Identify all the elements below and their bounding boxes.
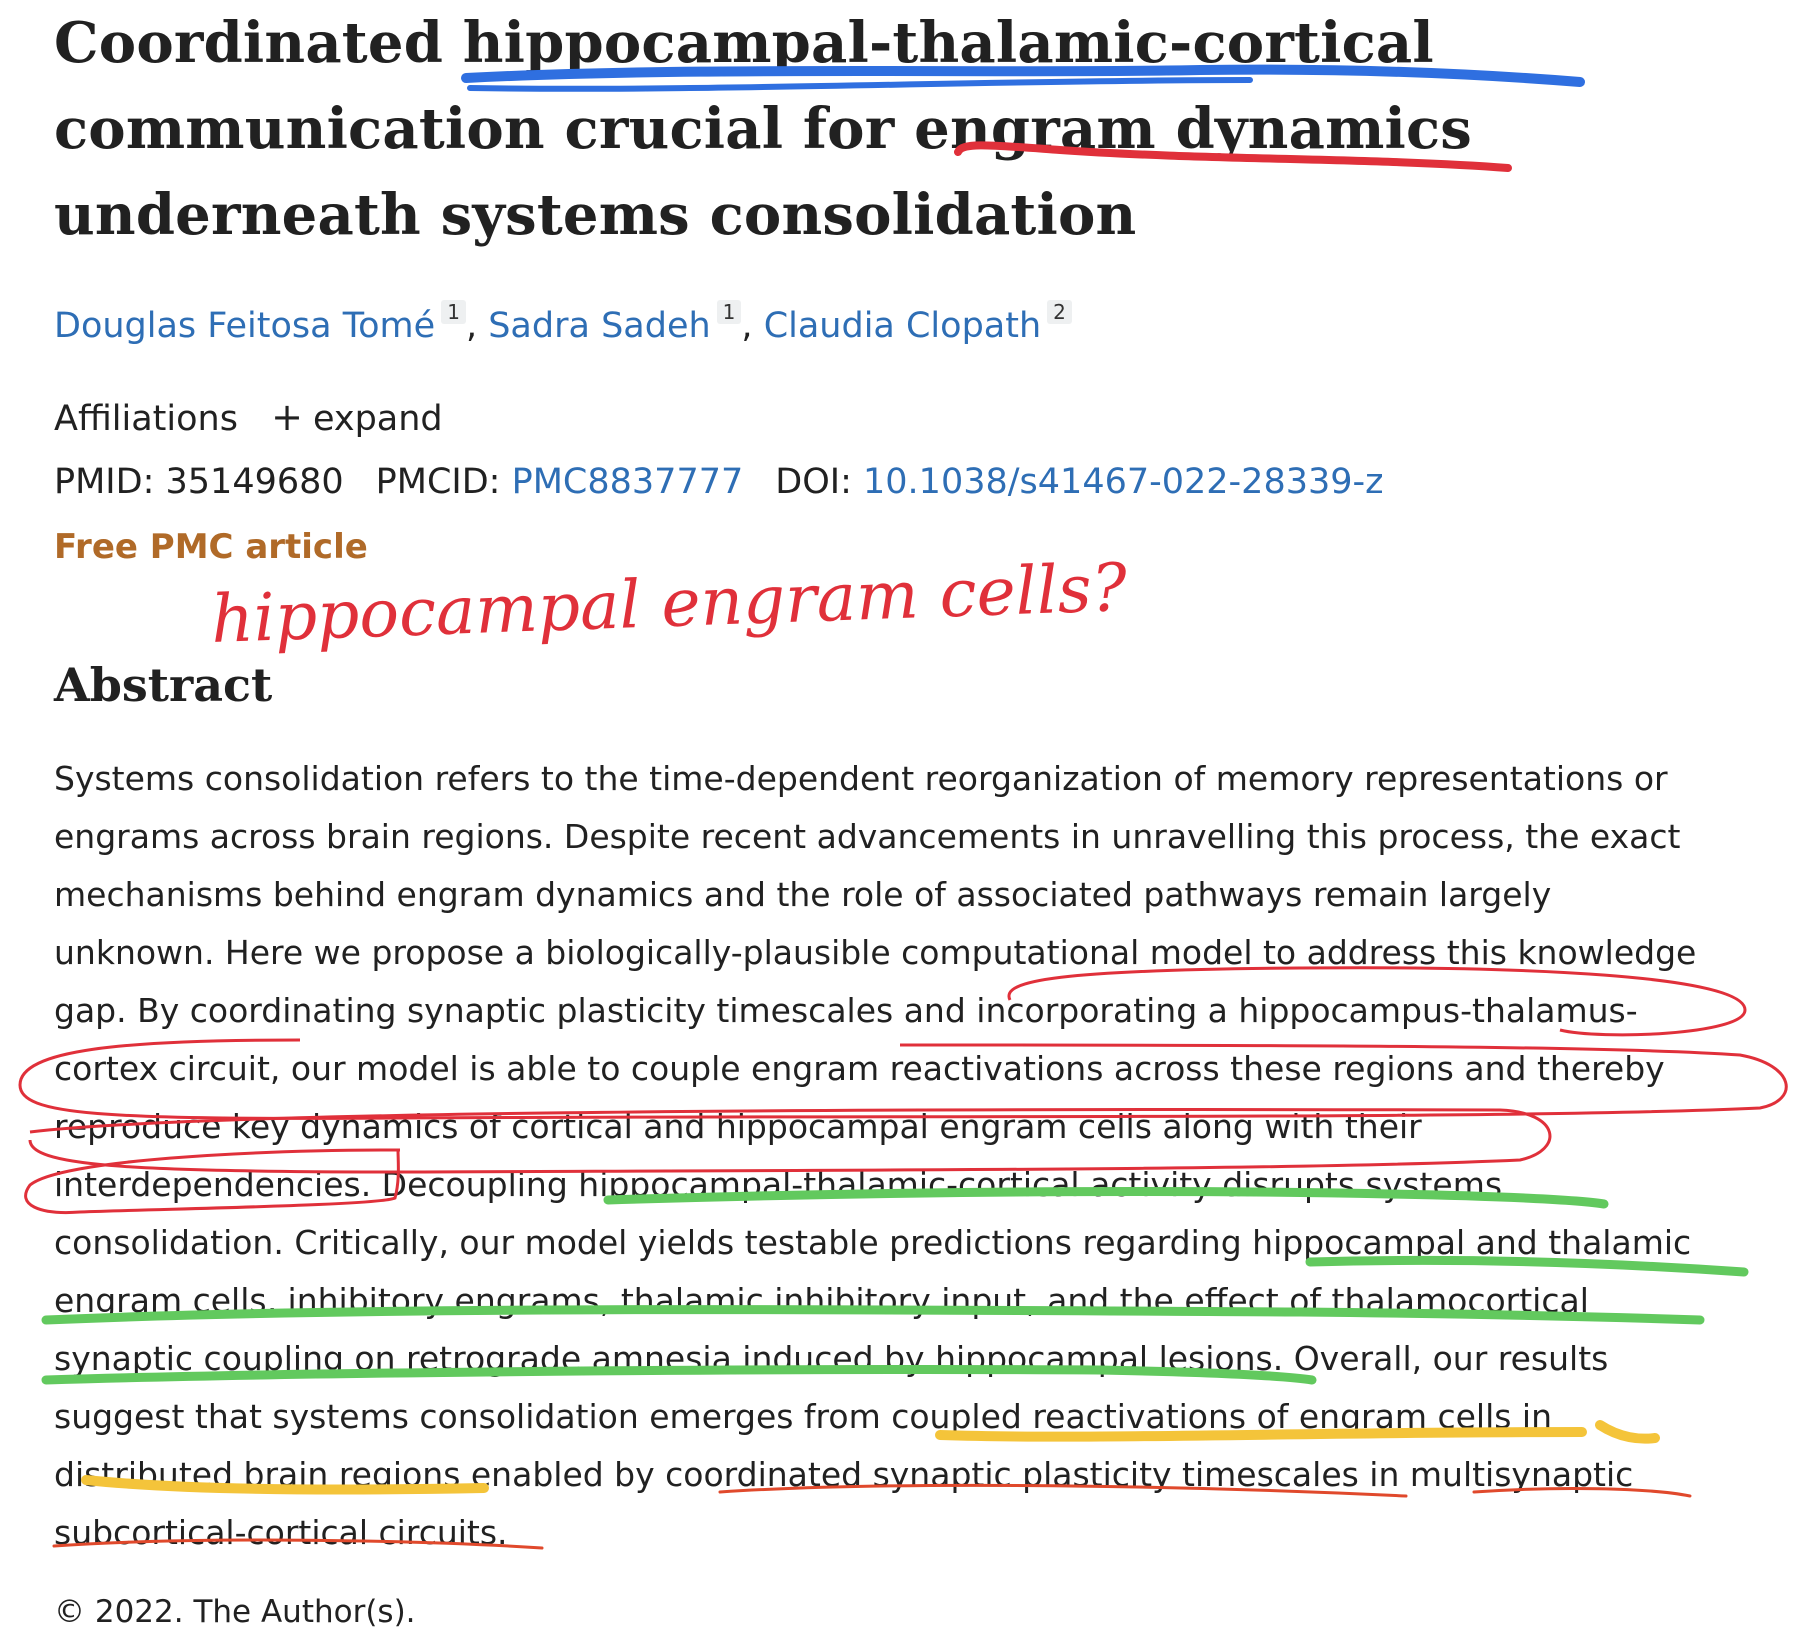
abstract-line: engram cells, inhibitory engrams, thalam… xyxy=(54,1281,1589,1320)
author-link[interactable]: Douglas Feitosa Tomé xyxy=(54,306,435,346)
abstract-line: subcortical-cortical circuits. xyxy=(54,1513,508,1552)
abstract-line: cortex circuit, our model is able to cou… xyxy=(54,1049,1665,1088)
plus-icon: + xyxy=(271,395,303,439)
abstract-line: reproduce key dynamics of cortical and h… xyxy=(54,1107,1422,1146)
article-title: Coordinated hippocampal-thalamic-cortica… xyxy=(54,0,1614,258)
expand-affiliations-button[interactable]: + expand xyxy=(271,395,443,439)
author-separator: , xyxy=(741,306,753,346)
copyright-notice: © 2022. The Author(s). xyxy=(54,1594,416,1630)
abstract-line: consolidation. Critically, our model yie… xyxy=(54,1223,1692,1262)
pmcid-label: PMCID: xyxy=(375,462,501,502)
expand-label: expand xyxy=(312,399,443,439)
pmid-label: PMID: xyxy=(54,462,155,502)
abstract-line: unknown. Here we propose a biologically-… xyxy=(54,933,1697,972)
affiliation-number[interactable]: 1 xyxy=(716,300,742,324)
abstract-line: distributed brain regions enabled by coo… xyxy=(54,1455,1634,1494)
title-line-3: underneath systems consolidation xyxy=(54,182,1137,248)
doi-label: DOI: xyxy=(775,462,852,502)
abstract-line: Systems consolidation refers to the time… xyxy=(54,759,1668,798)
abstract-heading: Abstract xyxy=(54,658,273,712)
affiliations-label: Affiliations xyxy=(54,399,238,439)
abstract-line: interdependencies. Decoupling hippocampa… xyxy=(54,1165,1503,1204)
title-line-2: communication crucial for engram dynamic… xyxy=(54,96,1473,162)
free-pmc-article-badge: Free PMC article xyxy=(54,527,368,567)
affiliation-number[interactable]: 2 xyxy=(1047,300,1072,324)
article-identifiers: PMID: 35149680 PMCID: PMC8837777 DOI: 10.1… xyxy=(54,457,1384,507)
title-line-1: Coordinated hippocampal-thalamic-cortica… xyxy=(54,10,1434,76)
pmcid-link[interactable]: PMC8837777 xyxy=(512,462,744,502)
author-link[interactable]: Claudia Clopath xyxy=(764,306,1041,346)
abstract-body: Systems consolidation refers to the time… xyxy=(54,750,1811,1562)
author-separator: , xyxy=(465,306,478,346)
pmid-value: 35149680 xyxy=(165,462,344,502)
author-link[interactable]: Sadra Sadeh xyxy=(488,306,710,346)
affiliations-row: Affiliations + expand xyxy=(54,392,443,444)
article-page: Coordinated hippocampal-thalamic-cortica… xyxy=(0,0,1811,1637)
abstract-line: mechanisms behind engram dynamics and th… xyxy=(54,875,1552,914)
doi-link[interactable]: 10.1038/s41467-022-28339-z xyxy=(863,462,1384,502)
abstract-line: engrams across brain regions. Despite re… xyxy=(54,817,1681,856)
affiliation-number[interactable]: 1 xyxy=(441,300,466,324)
author-list: Douglas Feitosa Tomé 1, Sadra Sadeh 1, Cla… xyxy=(54,300,1072,351)
abstract-line: suggest that systems consolidation emerg… xyxy=(54,1397,1553,1436)
abstract-line: synaptic coupling on retrograde amnesia … xyxy=(54,1339,1609,1378)
abstract-line: gap. By coordinating synaptic plasticity… xyxy=(54,991,1638,1030)
